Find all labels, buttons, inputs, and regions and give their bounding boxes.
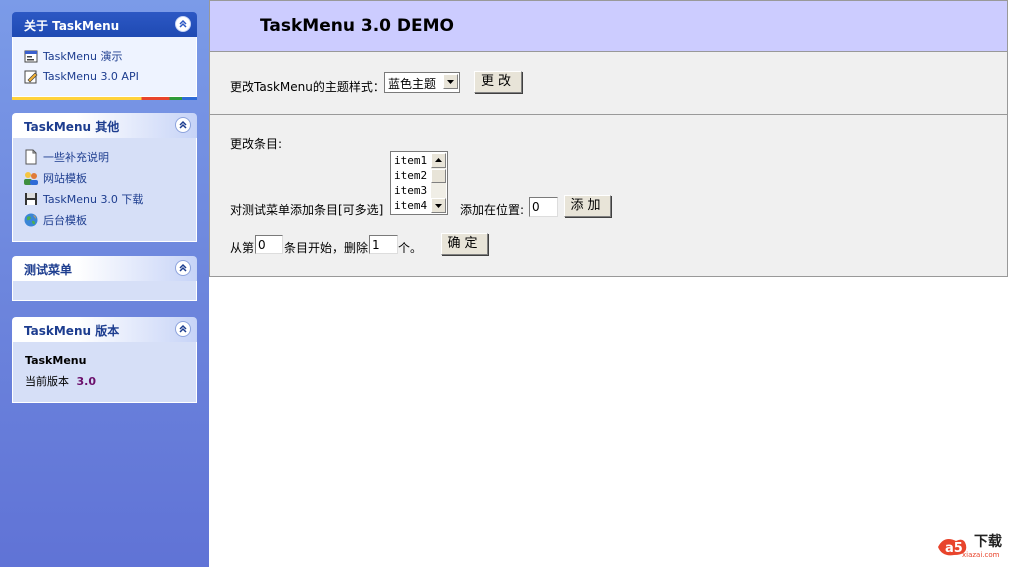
scroll-up-icon[interactable] (431, 153, 446, 168)
panel-divider (12, 97, 197, 100)
edit-document-icon (23, 69, 39, 85)
watermark-brand: a5 (945, 541, 963, 556)
panel-other-body: 一些补充说明 网站模板 TaskMenu 3.0 下载 后台模板 (12, 138, 197, 242)
panel-version: TaskMenu 版本 TaskMenu 当前版本 3.0 (12, 317, 197, 403)
window-properties-icon (23, 48, 39, 64)
theme-select[interactable]: 蓝色主题 (384, 72, 460, 93)
delete-count-input[interactable]: 1 (369, 235, 398, 254)
change-items-label: 更改条目: (230, 137, 283, 151)
add-item-button[interactable]: 添加 (564, 195, 611, 217)
product-name: TaskMenu (25, 354, 87, 367)
sidebar-item-label: 一些补充说明 (43, 150, 109, 164)
page-title: TaskMenu 3.0 DEMO (260, 16, 454, 36)
floppy-disk-icon (23, 191, 39, 207)
header: TaskMenu 3.0 DEMO (210, 1, 1007, 52)
chevron-down-icon[interactable] (443, 74, 458, 89)
panel-test-menu-body (12, 281, 197, 301)
sidebar-item-api[interactable]: TaskMenu 3.0 API (13, 66, 196, 87)
collapse-icon[interactable] (175, 321, 191, 337)
sidebar-item-label: TaskMenu 3.0 API (43, 70, 139, 83)
globe-icon (23, 212, 39, 228)
listbox-scrollbar[interactable] (431, 153, 446, 213)
delete-suffix-label: 个。 (398, 241, 423, 255)
sidebar-item-demo[interactable]: TaskMenu 演示 (13, 45, 196, 66)
watermark-url: xiazai.com (962, 551, 1000, 559)
sidebar-item-label: 网站模板 (43, 171, 87, 185)
users-icon (23, 170, 39, 186)
confirm-button[interactable]: 确定 (441, 233, 488, 255)
position-input[interactable]: 0 (529, 197, 558, 217)
watermark-logo: a5 下载 xiazai.com (934, 531, 1010, 561)
panel-title: TaskMenu 版本 (24, 324, 120, 338)
version-line: 当前版本 3.0 (25, 373, 196, 391)
main-panel: TaskMenu 3.0 DEMO 更改TaskMenu的主题样式： 蓝色主题 … (209, 0, 1008, 277)
add-items-label: 对测试菜单添加条目[可多选] (230, 203, 384, 217)
theme-section: 更改TaskMenu的主题样式： 蓝色主题 更改 (210, 52, 1007, 115)
delete-start-input[interactable]: 0 (255, 235, 283, 254)
watermark-text: 下载 (974, 534, 1002, 550)
sidebar: 关于 TaskMenu TaskMenu 演示 TaskMenu 3.0 API (0, 0, 209, 567)
sidebar-item-admin-template[interactable]: 后台模板 (13, 209, 196, 230)
panel-other: TaskMenu 其他 一些补充说明 网站模板 TaskMenu 3.0 下载 … (12, 113, 197, 242)
sidebar-item-download[interactable]: TaskMenu 3.0 下载 (13, 188, 196, 209)
sidebar-item-site-template[interactable]: 网站模板 (13, 167, 196, 188)
panel-test-menu: 测试菜单 (12, 256, 197, 301)
scroll-thumb[interactable] (431, 169, 446, 183)
collapse-icon[interactable] (175, 117, 191, 133)
document-icon (23, 149, 39, 165)
sidebar-item-label: 后台模板 (43, 213, 87, 227)
sidebar-item-notes[interactable]: 一些补充说明 (13, 146, 196, 167)
change-theme-button[interactable]: 更改 (474, 71, 522, 93)
panel-version-body: TaskMenu 当前版本 3.0 (12, 342, 197, 403)
panel-about: 关于 TaskMenu TaskMenu 演示 TaskMenu 3.0 API (12, 12, 197, 100)
delete-middle-label: 条目开始，删除 (284, 241, 369, 255)
scroll-down-icon[interactable] (431, 198, 446, 213)
theme-label: 更改TaskMenu的主题样式： (230, 80, 385, 94)
panel-other-header[interactable]: TaskMenu 其他 (12, 113, 197, 138)
items-listbox[interactable]: item1 item2 item3 item4 (390, 151, 448, 215)
sidebar-item-label: TaskMenu 3.0 下载 (43, 192, 144, 206)
panel-test-menu-header[interactable]: 测试菜单 (12, 256, 197, 281)
panel-title: TaskMenu 其他 (24, 120, 120, 134)
collapse-icon[interactable] (175, 260, 191, 276)
delete-prefix-label: 从第 (230, 241, 255, 255)
position-label: 添加在位置: (460, 203, 525, 217)
panel-title: 测试菜单 (24, 263, 73, 277)
collapse-icon[interactable] (175, 16, 191, 32)
version-value: 3.0 (76, 375, 97, 388)
theme-select-value: 蓝色主题 (388, 77, 437, 91)
panel-title: 关于 TaskMenu (24, 19, 120, 33)
panel-about-header[interactable]: 关于 TaskMenu (12, 12, 197, 37)
panel-version-header[interactable]: TaskMenu 版本 (12, 317, 197, 342)
sidebar-item-label: TaskMenu 演示 (43, 49, 123, 63)
items-section: 更改条目: 对测试菜单添加条目[可多选] item1 item2 item3 i… (210, 115, 1007, 275)
version-label: 当前版本 (25, 375, 69, 388)
panel-about-body: TaskMenu 演示 TaskMenu 3.0 API (12, 37, 197, 97)
